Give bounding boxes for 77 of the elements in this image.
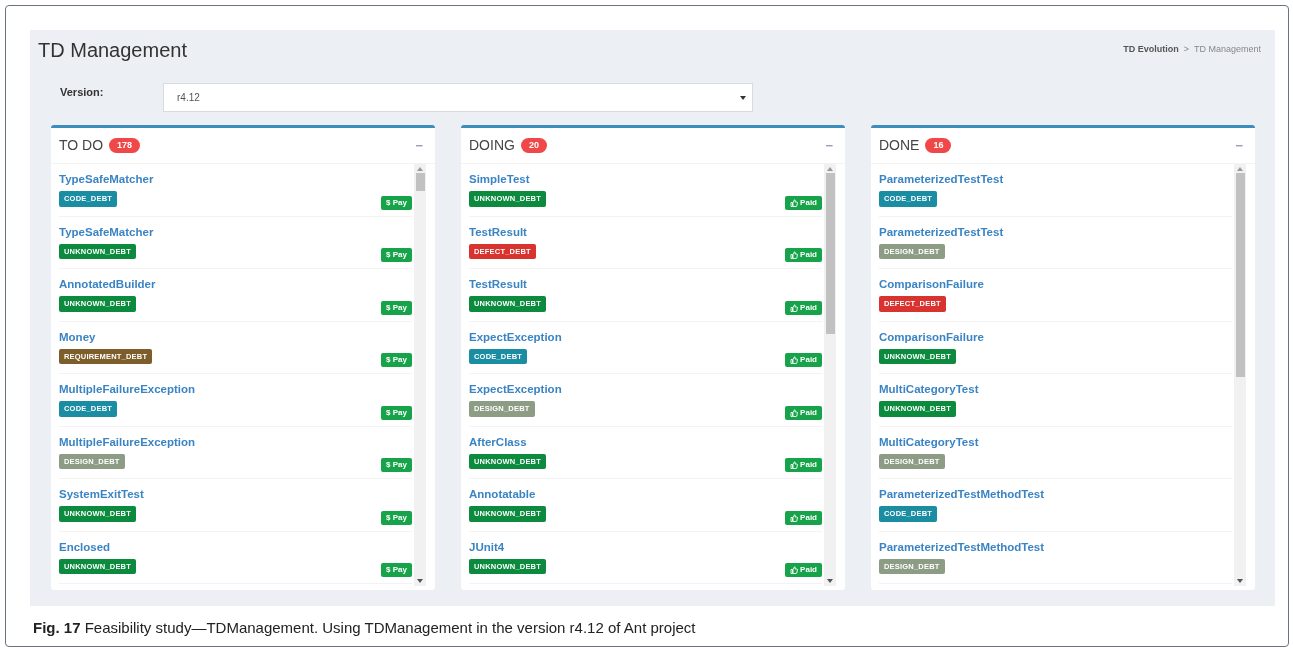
thumbs-up-icon xyxy=(790,513,799,522)
item-link[interactable]: MultipleFailureException xyxy=(59,433,196,451)
paid-button[interactable]: Paid xyxy=(785,353,822,367)
item-link[interactable]: MultiCategoryTest xyxy=(879,381,979,399)
scroll-down-icon[interactable] xyxy=(827,579,833,583)
thumbs-up-icon xyxy=(790,251,799,259)
collapse-button[interactable]: − xyxy=(415,139,423,152)
thumbs-up-icon xyxy=(790,198,799,207)
scrollbar-thumb[interactable] xyxy=(1235,173,1245,377)
item-link[interactable]: ExpectException xyxy=(469,328,562,346)
item-link[interactable]: TypeSafeMatcher xyxy=(59,223,154,241)
pay-button[interactable]: $ Pay xyxy=(381,563,412,577)
pay-button[interactable]: $ Pay xyxy=(381,510,412,525)
collapse-button[interactable]: − xyxy=(1235,139,1243,152)
breadcrumb-separator: > xyxy=(1183,43,1189,56)
item-link[interactable]: TestResult xyxy=(469,276,546,294)
item-link[interactable]: SystemExitTest xyxy=(59,486,144,504)
thumbs-up-icon xyxy=(790,303,799,312)
scroll-up-icon[interactable] xyxy=(1237,167,1243,171)
caret-icon xyxy=(740,95,746,100)
version-select[interactable]: r4.12 xyxy=(163,83,753,112)
scroll-down-icon[interactable] xyxy=(417,579,423,583)
item-link[interactable]: MultiCategoryTest xyxy=(879,433,979,451)
pay-button[interactable]: $ Pay xyxy=(381,300,412,315)
count-badge: 16 xyxy=(925,137,952,154)
item-link[interactable]: TestResult xyxy=(469,223,536,241)
pay-button[interactable]: $ Pay xyxy=(381,195,412,210)
item-link[interactable]: ExpectException xyxy=(469,381,562,399)
scroll-up-icon[interactable] xyxy=(827,167,833,171)
item-link[interactable]: ParameterizedTestTest xyxy=(879,223,1004,241)
item-link[interactable]: ComparisonFailure xyxy=(879,276,984,294)
item-link[interactable]: AfterClass xyxy=(469,433,546,451)
scrollbar-thumb[interactable] xyxy=(415,173,425,191)
paid-button[interactable]: Paid xyxy=(785,405,822,420)
item-link[interactable]: ParameterizedTestTest xyxy=(879,171,1004,189)
column-title: DOING xyxy=(469,136,515,155)
paid-button[interactable]: Paid xyxy=(785,510,822,525)
version-label: Version: xyxy=(60,85,105,101)
scrollbar[interactable] xyxy=(414,164,426,586)
paid-button[interactable]: Paid xyxy=(785,300,822,315)
pay-button[interactable]: $ Pay xyxy=(381,405,412,420)
item-link[interactable]: ParameterizedTestMethodTest xyxy=(879,538,1045,556)
item-link[interactable]: ParameterizedTestMethodTest xyxy=(879,486,1045,504)
scroll-up-icon[interactable] xyxy=(417,167,423,171)
paid-button[interactable]: Paid xyxy=(785,563,822,577)
scrollbar[interactable] xyxy=(1234,164,1246,586)
item-link[interactable]: Annotatable xyxy=(469,486,546,504)
count-badge: 178 xyxy=(109,137,141,154)
thumbs-up-icon xyxy=(790,566,799,574)
thumbs-up-icon xyxy=(790,408,799,417)
item-link[interactable]: SimpleTest xyxy=(469,171,546,189)
pay-button[interactable]: $ Pay xyxy=(381,353,412,367)
breadcrumb-link[interactable]: TD Management xyxy=(1193,43,1261,57)
item-link[interactable]: Money xyxy=(59,328,153,346)
scrollbar[interactable] xyxy=(824,164,836,586)
paid-button[interactable]: Paid xyxy=(785,458,822,472)
column-title: TO DO xyxy=(59,136,104,155)
count-badge: 20 xyxy=(520,137,547,154)
paid-button[interactable]: Paid xyxy=(785,195,822,210)
page-title: TD Management xyxy=(38,38,187,63)
collapse-button[interactable]: − xyxy=(825,139,833,152)
scrollbar-thumb[interactable] xyxy=(825,173,835,334)
pay-button[interactable]: $ Pay xyxy=(381,458,412,472)
item-link[interactable]: ComparisonFailure xyxy=(879,328,984,346)
breadcrumb-link[interactable]: TD Evolution xyxy=(1123,43,1179,57)
item-link[interactable]: MultipleFailureException xyxy=(59,381,196,399)
thumbs-up-icon xyxy=(790,461,799,469)
item-link[interactable]: TypeSafeMatcher xyxy=(59,171,154,189)
column-title: DONE xyxy=(879,136,920,155)
item-link[interactable]: AnnotatedBuilder xyxy=(59,276,156,294)
scroll-down-icon[interactable] xyxy=(1237,579,1243,583)
thumbs-up-icon xyxy=(790,356,799,364)
pay-button[interactable]: $ Pay xyxy=(381,248,412,262)
item-link[interactable]: Enclosed xyxy=(59,538,136,556)
item-link[interactable]: JUnit4 xyxy=(469,538,546,556)
figure-caption: Fig. 17 Feasibility study—TDManagement. Using TDManagement in the version r4.12 of Ant project xyxy=(32,618,697,638)
paid-button[interactable]: Paid xyxy=(785,248,822,262)
